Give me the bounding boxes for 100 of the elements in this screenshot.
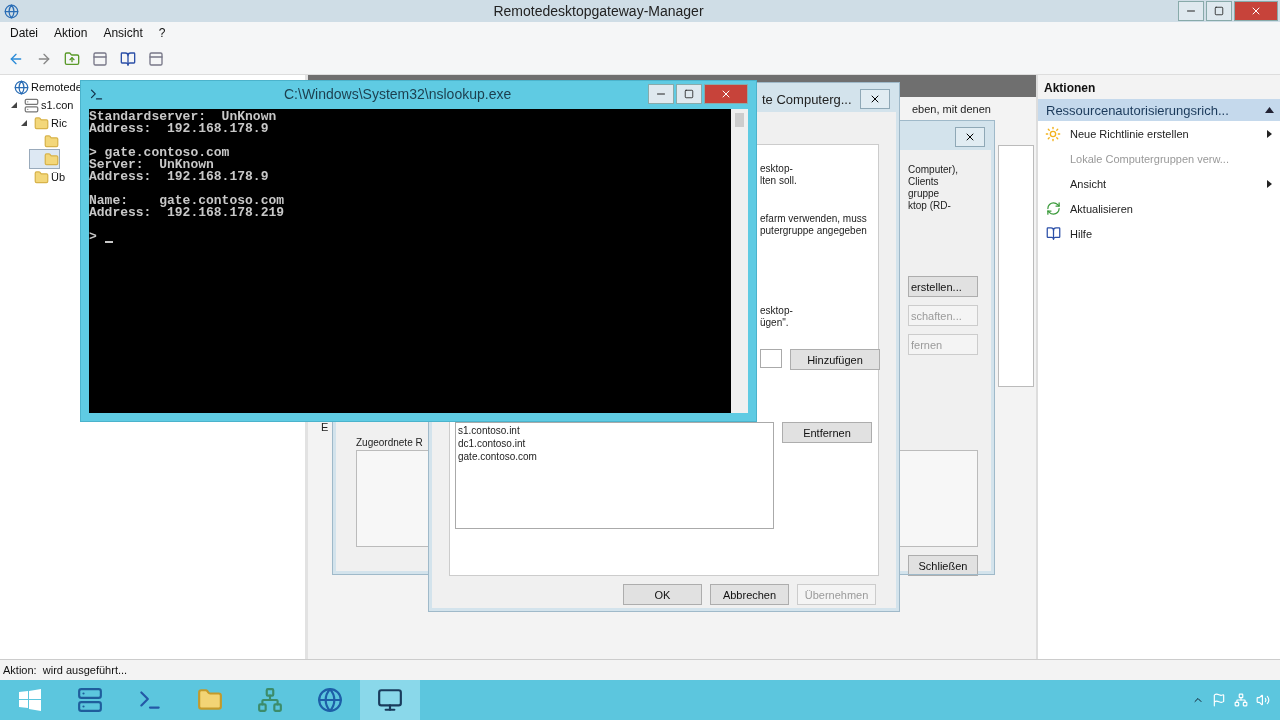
minimize-button[interactable] bbox=[648, 84, 674, 104]
tree-label: Ric bbox=[51, 117, 67, 129]
description-text: ügen". bbox=[760, 317, 790, 329]
list-item[interactable]: s1.contoso.int bbox=[458, 424, 771, 437]
action-item[interactable]: Neue Richtlinie erstellen bbox=[1038, 121, 1280, 146]
close-button[interactable] bbox=[704, 84, 748, 104]
console-icon bbox=[89, 86, 104, 102]
globe-icon bbox=[317, 687, 343, 713]
actions-title: Aktionen bbox=[1038, 75, 1280, 99]
forward-arrow-icon bbox=[36, 51, 52, 67]
description-text: esktop- bbox=[760, 305, 794, 317]
console-line: Address: 192.168.178.9 bbox=[89, 171, 270, 183]
menu-item[interactable]: Aktion bbox=[48, 24, 94, 42]
dialog-button[interactable]: erstellen... bbox=[908, 276, 978, 297]
refresh-icon bbox=[1045, 201, 1061, 216]
close-button[interactable] bbox=[860, 89, 890, 109]
app-icon bbox=[4, 3, 19, 19]
folder-up-icon bbox=[64, 51, 80, 67]
menu-item[interactable]: Ansicht bbox=[97, 24, 149, 42]
tree-item[interactable] bbox=[30, 150, 59, 168]
tree-item[interactable]: Üb bbox=[20, 168, 66, 186]
network-icon[interactable] bbox=[1234, 693, 1248, 707]
close-icon bbox=[964, 131, 976, 143]
folder-icon bbox=[44, 133, 59, 149]
sun-icon bbox=[1045, 125, 1061, 142]
console-line: Address: 192.168.178.219 bbox=[89, 207, 286, 219]
close-dialog-button[interactable]: Schließen bbox=[908, 555, 978, 576]
list-item[interactable]: gate.contoso.com bbox=[458, 450, 771, 463]
tree-label: Remotede bbox=[31, 81, 82, 93]
remove-button[interactable]: Entfernen bbox=[782, 422, 872, 443]
restore-button[interactable] bbox=[1206, 1, 1232, 21]
tree-item[interactable]: Ric bbox=[20, 114, 67, 132]
close-button[interactable] bbox=[1234, 1, 1278, 21]
description-text: efarm verwenden, muss bbox=[760, 213, 868, 225]
status-text: Aktion: wird ausgeführt... bbox=[3, 664, 128, 676]
folder-icon bbox=[34, 169, 49, 185]
panel-icon bbox=[148, 51, 164, 67]
console-line: Address: 192.168.178.9 bbox=[89, 123, 270, 135]
close-button[interactable] bbox=[955, 127, 985, 147]
expand-arrow-icon[interactable] bbox=[20, 119, 28, 127]
actions-section-header[interactable]: Ressourcenautorisierungsrich... bbox=[1038, 99, 1280, 121]
folder-icon bbox=[44, 151, 59, 167]
console-prompt: > bbox=[89, 231, 97, 243]
expand-arrow-icon[interactable] bbox=[10, 101, 18, 109]
restore-icon bbox=[684, 89, 694, 99]
list-label: Zugeordnete R bbox=[356, 437, 423, 448]
console-line: > gate.contoso.com bbox=[89, 147, 231, 159]
action-item[interactable]: Ansicht bbox=[1038, 171, 1280, 196]
console-line: Server: UnKnown bbox=[89, 159, 214, 171]
speaker-icon[interactable] bbox=[1256, 693, 1270, 707]
collapse-arrow-icon bbox=[1265, 107, 1274, 113]
network-icon bbox=[257, 687, 283, 713]
text-cursor bbox=[104, 241, 113, 243]
close-icon bbox=[869, 93, 881, 105]
action-item[interactable]: Hilfe bbox=[1038, 221, 1280, 246]
panel-icon bbox=[92, 51, 108, 67]
tree-item[interactable]: Remotede bbox=[0, 78, 82, 96]
menu-item[interactable]: Datei bbox=[4, 24, 44, 42]
server-icon bbox=[24, 97, 39, 113]
folder-icon bbox=[34, 115, 49, 131]
description-text: lten soll. bbox=[760, 175, 798, 187]
description-text: ktop (RD- bbox=[908, 200, 952, 212]
tree-label: Üb bbox=[51, 171, 66, 183]
close-icon bbox=[1250, 5, 1262, 17]
close-icon bbox=[720, 88, 732, 100]
tree-item[interactable]: s1.con bbox=[10, 96, 74, 114]
add-button[interactable]: Hinzufügen bbox=[790, 349, 880, 370]
description-text: Computer), bbox=[908, 164, 959, 176]
taskbar-app[interactable] bbox=[360, 680, 420, 720]
action-item[interactable]: Aktualisieren bbox=[1038, 196, 1280, 221]
windows-logo-icon bbox=[19, 689, 41, 711]
description-text: putergruppe angegeben bbox=[760, 225, 868, 237]
dialog-button[interactable]: OK bbox=[623, 584, 702, 605]
section-label: E bbox=[321, 421, 329, 433]
input-field[interactable] bbox=[760, 349, 782, 368]
list-item[interactable]: dc1.contoso.int bbox=[458, 437, 771, 450]
help-book-icon bbox=[120, 51, 136, 67]
list-box[interactable]: s1.contoso.int dc1.contoso.int gate.contoso.com bbox=[455, 422, 774, 529]
globe-icon bbox=[14, 79, 29, 95]
console-line: Standardserver: UnKnown bbox=[89, 111, 278, 123]
console-line: Name: gate.contoso.com bbox=[89, 195, 286, 207]
flag-icon[interactable] bbox=[1212, 693, 1226, 707]
menu-item[interactable]: ? bbox=[152, 24, 172, 42]
scrollbar[interactable] bbox=[731, 109, 748, 413]
description-text: esktop- bbox=[760, 163, 794, 175]
console-title: C:\Windows\System32\nslookup.exe bbox=[284, 86, 512, 102]
restore-icon bbox=[1214, 6, 1224, 16]
dialog-button[interactable]: Abbrechen bbox=[710, 584, 789, 605]
computer-icon bbox=[377, 687, 403, 713]
server-icon bbox=[77, 687, 103, 713]
restore-button[interactable] bbox=[676, 84, 702, 104]
description-text: eben, mit denen bbox=[912, 103, 991, 115]
tree-label: s1.con bbox=[41, 99, 74, 111]
dialog-title: te Computerg... bbox=[762, 91, 852, 107]
help-book-icon bbox=[1045, 226, 1061, 241]
description-text: gruppe bbox=[908, 188, 941, 200]
folder-icon bbox=[197, 687, 223, 713]
minimize-button[interactable] bbox=[1178, 1, 1204, 21]
description-text: Clients bbox=[908, 176, 940, 188]
window-title: Remotedesktopgateway-Manager bbox=[492, 3, 705, 19]
